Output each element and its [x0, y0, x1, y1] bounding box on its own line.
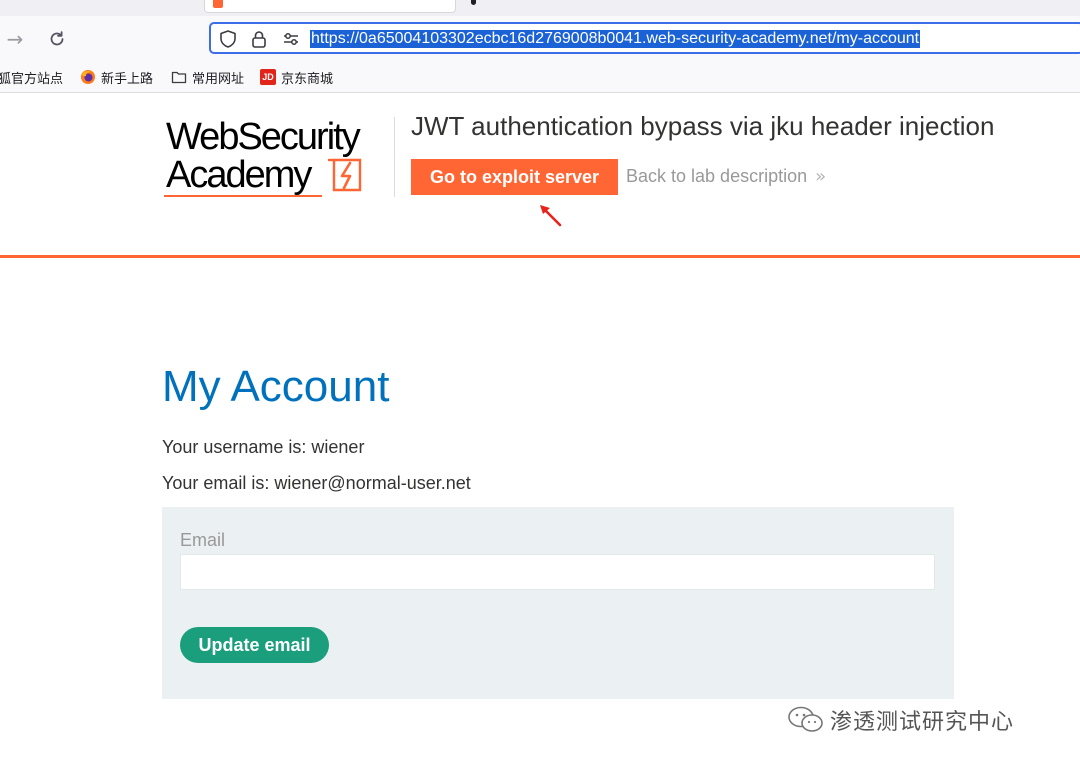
email-field[interactable] [180, 554, 935, 590]
watermark: 渗透测试研究中心 [786, 704, 1014, 736]
bookmark-item[interactable]: 新手上路 [80, 68, 154, 87]
bookmark-label: 京东商城 [281, 71, 334, 87]
lab-title: JWT authentication bypass via jku header… [411, 111, 995, 141]
lock-icon[interactable] [249, 29, 269, 49]
back-to-lab-description-link[interactable]: Back to lab description » [626, 166, 826, 187]
logo-text-line2: Academy [166, 154, 312, 196]
reload-icon [50, 31, 64, 46]
folder-icon [171, 71, 187, 84]
bookmark-item[interactable]: 狐官方站点 [0, 68, 64, 87]
change-email-form: Email Update email [162, 507, 954, 699]
page-title: My Account [162, 362, 390, 411]
firefox-icon [81, 70, 95, 84]
annotation-arrow-icon [540, 205, 562, 227]
exploit-server-button[interactable]: Go to exploit server [411, 159, 618, 195]
jd-icon: JD [260, 69, 276, 85]
email-text: Your email is: wiener@normal-user.net [162, 473, 471, 493]
permissions-icon[interactable] [281, 29, 301, 49]
browser-tab[interactable] [204, 0, 456, 13]
double-chevron-right-icon: » [815, 166, 827, 187]
username-text: Your username is: wiener [162, 437, 365, 457]
url-text[interactable]: https://0a65004103302ecbc16d2769008b0041… [310, 30, 921, 48]
web-security-academy-logo[interactable]: WebSecurity Academy [164, 115, 390, 199]
tab-strip-fragment-icon [471, 0, 476, 5]
wechat-icon [788, 706, 823, 732]
bookmarks-toolbar: 狐官方站点 新手上路 常用网址 JD 京东商城 [0, 62, 1080, 93]
forward-button[interactable]: → [0, 24, 30, 54]
bookmark-label: 常用网址 [192, 71, 245, 87]
shield-icon[interactable] [218, 29, 238, 49]
logo-text-line1: WebSecurity [166, 116, 361, 158]
url-bar[interactable]: https://0a65004103302ecbc16d2769008b0041… [209, 22, 1080, 54]
arrow-right-icon: → [6, 27, 24, 51]
navigation-toolbar: → https://0a65004103302ecbc16d2769008b00… [0, 16, 1080, 62]
watermark-text: 渗透测试研究中心 [830, 710, 1015, 735]
logo-underline [164, 195, 322, 197]
update-email-button[interactable]: Update email [180, 627, 329, 663]
tab-strip [0, 0, 1080, 16]
bookmark-item[interactable]: JD 京东商城 [260, 68, 334, 87]
back-link-label: Back to lab description [626, 166, 808, 186]
lightning-bolt-icon [328, 158, 362, 192]
lab-header: WebSecurity Academy JWT authentication b… [0, 93, 1080, 258]
bookmark-folder[interactable]: 常用网址 [171, 68, 245, 87]
reload-button[interactable] [42, 24, 72, 54]
email-label: Email [180, 530, 226, 550]
header-divider [394, 117, 395, 197]
tab-favicon-icon [213, 0, 223, 8]
bookmark-label: 狐官方站点 [0, 71, 64, 87]
bookmark-label: 新手上路 [101, 71, 154, 87]
